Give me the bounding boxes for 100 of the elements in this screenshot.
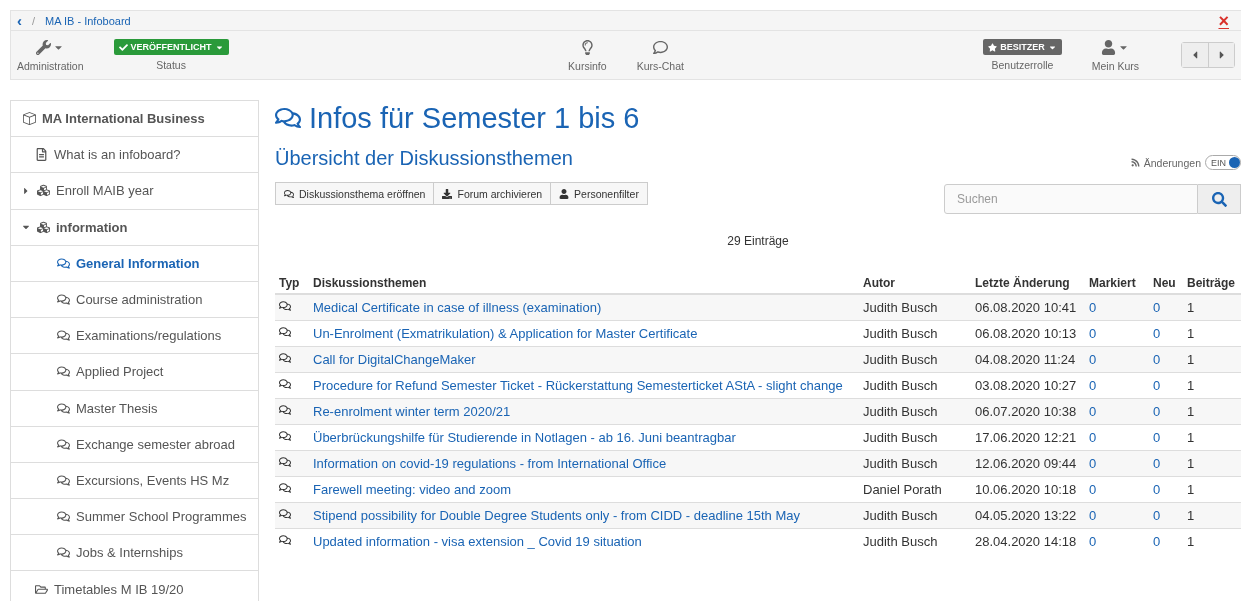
topic-link[interactable]: Call for DigitalChangeMaker: [313, 352, 476, 367]
table-cell[interactable]: 0: [1149, 528, 1183, 554]
sidebar-item[interactable]: Timetables M IB 19/20: [11, 571, 258, 601]
action-button[interactable]: Forum archivieren: [434, 182, 552, 205]
table-cell[interactable]: 0: [1085, 294, 1149, 321]
comments-icon: [57, 437, 70, 451]
table-cell[interactable]: 0: [1149, 320, 1183, 347]
table-cell: 1: [1183, 502, 1241, 529]
sidebar-item[interactable]: MA International Business: [11, 101, 258, 138]
sidebar-item[interactable]: Summer School Programmes: [11, 499, 258, 536]
comments-icon: [279, 508, 291, 520]
table-cell[interactable]: 0: [1085, 398, 1149, 425]
comments-icon: [279, 352, 291, 364]
table-cell: 04.08.2020 11:24: [971, 346, 1085, 373]
comments-icon: [57, 473, 70, 487]
table-cell[interactable]: 0: [1149, 346, 1183, 373]
sidebar-item[interactable]: General Information: [11, 245, 258, 282]
table-cell: Judith Busch: [859, 502, 971, 529]
table-cell[interactable]: 0: [1149, 476, 1183, 503]
table-cell: 1: [1183, 320, 1241, 347]
toolbar-button[interactable]: Kursinfo: [568, 38, 607, 72]
status-menu[interactable]: VERÖFFENTLICHT Status: [113, 39, 229, 71]
table-cell: 17.06.2020 12:21: [971, 424, 1085, 451]
table-cell[interactable]: 0: [1085, 424, 1149, 451]
comments-icon: [57, 546, 70, 560]
topic-link[interactable]: Überbrückungshilfe für Studierende in Notlagen - ab 16. Juni beantragbar: [313, 430, 736, 445]
comments-icon: [284, 188, 294, 199]
next-button[interactable]: [1208, 43, 1234, 67]
table-cell: 1: [1183, 294, 1241, 321]
table-cell: Judith Busch: [859, 424, 971, 451]
table-cell[interactable]: 0: [1149, 450, 1183, 477]
role-menu[interactable]: BESITZER Benutzerrolle: [983, 39, 1062, 71]
role-badge: BESITZER: [983, 39, 1062, 55]
sidebar-item[interactable]: Applied Project: [11, 354, 258, 391]
topic-link[interactable]: Procedure for Refund Semester Ticket - Rückerstattung Semesterticket AStA - slight change: [313, 378, 843, 393]
sidebar-item[interactable]: Master Thesis: [11, 390, 258, 427]
sidebar-item[interactable]: Excursions, Events HS Mz: [11, 462, 258, 500]
comments-icon: [275, 105, 301, 131]
table-cell: 1: [1183, 372, 1241, 399]
table-cell[interactable]: 0: [1085, 502, 1149, 529]
topic-link[interactable]: Stipend possibility for Double Degree Students only - from CIDD - deadline 15th May: [313, 508, 801, 523]
table-cell: 1: [1183, 476, 1241, 503]
search-field[interactable]: Suchen: [944, 184, 1198, 214]
user-icon: [1101, 39, 1117, 55]
topic-link[interactable]: Re-enrolment winter term 2020/21: [313, 404, 511, 419]
close-button[interactable]: ×: [1218, 11, 1229, 30]
table-cell: Judith Busch: [859, 320, 971, 347]
table-cell[interactable]: 0: [1149, 372, 1183, 399]
table-cell: Daniel Porath: [859, 476, 971, 503]
table-cell[interactable]: 0: [1149, 294, 1183, 321]
table-cell[interactable]: 0: [1149, 424, 1183, 451]
back-link[interactable]: ‹: [17, 13, 22, 28]
sidebar-item[interactable]: Course administration: [11, 281, 258, 319]
topic-link[interactable]: Un-Enrolment (Exmatrikulation) & Application for Master Certificate: [313, 326, 698, 341]
table-cell: Judith Busch: [859, 398, 971, 425]
action-button[interactable]: Personenfilter: [551, 182, 648, 205]
toolbar-button[interactable]: Administration: [17, 38, 84, 72]
cube-icon: [23, 112, 36, 126]
rss-icon: [1130, 158, 1140, 167]
subscription-label: Änderungen: [1143, 156, 1201, 169]
breadcrumb-link[interactable]: MA IB - Infoboard: [45, 14, 131, 27]
table-cell[interactable]: 0: [1149, 398, 1183, 425]
search-button[interactable]: [1198, 184, 1241, 214]
comments-icon: [279, 326, 291, 338]
speech-bubble-icon: [652, 39, 668, 55]
comments-icon: [279, 404, 291, 416]
document-icon: [35, 148, 48, 162]
table-cell: Judith Busch: [859, 528, 971, 554]
comments-icon: [279, 482, 291, 494]
comments-icon: [57, 401, 70, 415]
comments-icon: [57, 256, 70, 270]
table-cell[interactable]: 0: [1085, 528, 1149, 554]
sidebar-item[interactable]: Examinations/regulations: [11, 318, 258, 355]
table-cell: Judith Busch: [859, 450, 971, 477]
toolbar-button[interactable]: Kurs-Chat: [636, 38, 684, 72]
table-cell: 04.05.2020 13:22: [971, 502, 1085, 529]
table-cell[interactable]: 0: [1085, 476, 1149, 503]
sidebar-item[interactable]: information: [11, 209, 258, 246]
subscription-toggle[interactable]: EIN: [1205, 155, 1241, 170]
sidebar-item[interactable]: Exchange semester abroad: [11, 426, 258, 463]
table-cell[interactable]: 0: [1085, 320, 1149, 347]
table-cell[interactable]: 0: [1149, 502, 1183, 529]
topic-link[interactable]: Information on covid-19 regulations - from International Office: [313, 456, 667, 471]
topic-link[interactable]: Farewell meeting: video and zoom: [313, 482, 511, 497]
topic-link[interactable]: Medical Certificate in case of illness (examination): [313, 300, 602, 315]
table-cell[interactable]: 0: [1085, 450, 1149, 477]
previous-button[interactable]: [1182, 43, 1208, 67]
sidebar-item[interactable]: Jobs & Internships: [11, 535, 258, 572]
table-cell[interactable]: 0: [1085, 372, 1149, 399]
action-button[interactable]: Diskussionsthema eröffnen: [275, 182, 435, 205]
comments-icon: [57, 329, 70, 343]
topic-link[interactable]: Updated information - visa extension _ Covid 19 situation: [313, 534, 642, 549]
table-cell: 12.06.2020 09:44: [971, 450, 1085, 477]
sidebar-item[interactable]: What is an infoboard?: [11, 137, 258, 174]
comments-icon: [279, 430, 291, 442]
table-cell[interactable]: 0: [1085, 346, 1149, 373]
toolbar-button[interactable]: Mein Kurs: [1091, 38, 1139, 72]
sidebar-item[interactable]: Enroll MAIB year: [11, 173, 258, 210]
comments-icon: [279, 456, 291, 468]
entry-count: 29 Einträge: [726, 234, 790, 248]
